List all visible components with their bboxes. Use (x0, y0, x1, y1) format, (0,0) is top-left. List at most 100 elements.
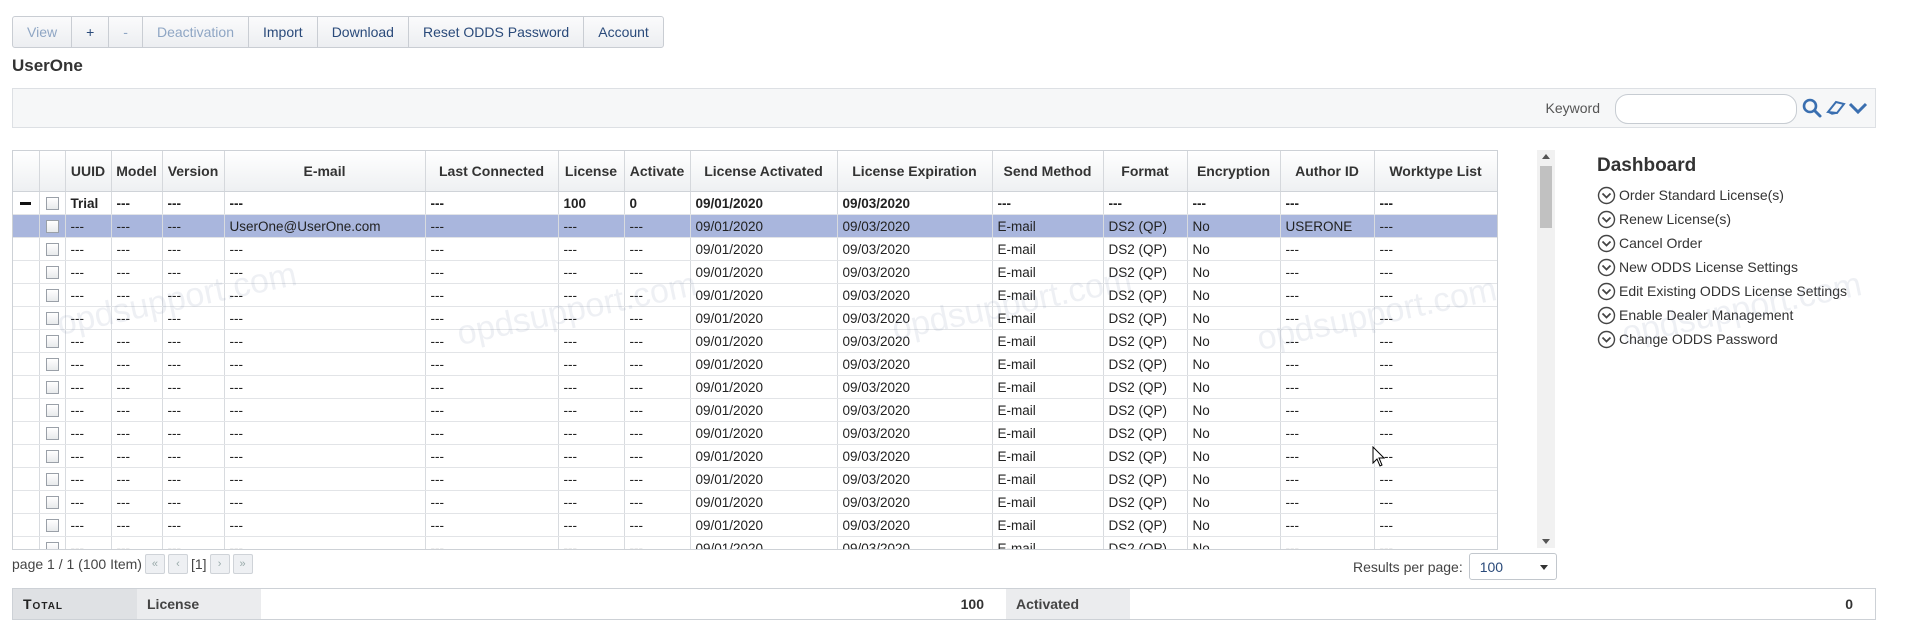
results-per-page-select[interactable]: 100 (1468, 553, 1557, 580)
table-cell: DS2 (QP) (1103, 260, 1188, 284)
prev-page-button[interactable]: ‹ (167, 554, 188, 574)
view-button[interactable]: View (13, 17, 73, 47)
scroll-thumb[interactable] (1540, 166, 1552, 228)
col-header[interactable]: Format (1103, 151, 1188, 192)
table-cell: 09/01/2020 (690, 536, 838, 549)
first-page-button[interactable]: « (144, 554, 165, 574)
dashboard-item[interactable]: New ODDS License Settings (1597, 255, 1897, 279)
col-header[interactable]: License Activated (690, 151, 838, 192)
table-row[interactable]: --- --- --- --- --- --- --- 09/01/2020 09/03/202… (13, 306, 1497, 330)
col-header[interactable]: Worktype List (1374, 151, 1497, 192)
table-row[interactable]: --- --- --- --- --- --- --- 09/01/2020 09/03/202… (13, 490, 1497, 514)
table-cell: E-mail (992, 329, 1104, 353)
table-cell: E-mail (992, 375, 1104, 399)
table-cell: --- (558, 490, 625, 514)
col-header[interactable]: E-mail (224, 151, 426, 192)
row-checkbox[interactable] (45, 289, 59, 303)
col-header[interactable]: Model (111, 151, 163, 192)
col-header[interactable]: Send Method (992, 151, 1104, 192)
group-row[interactable]: Trial --- --- --- --- 100 0 09/01/2020 09/03/202… (13, 191, 1497, 215)
table-cell: --- (1280, 306, 1375, 330)
import-button[interactable]: Import (249, 17, 318, 47)
table-cell: --- (111, 260, 163, 284)
last-page-button[interactable]: » (232, 554, 253, 574)
keyword-input[interactable] (1615, 94, 1797, 124)
row-checkbox[interactable] (45, 519, 59, 533)
scroll-down-icon[interactable] (1542, 539, 1550, 544)
table-row[interactable]: --- --- --- --- --- --- --- 09/01/2020 09/03/202… (13, 421, 1497, 445)
col-header[interactable]: Author ID (1280, 151, 1375, 192)
row-checkbox[interactable] (45, 542, 59, 549)
col-header[interactable]: Activate (624, 151, 691, 192)
table-row[interactable]: --- --- --- UserOne@UserOne.com --- --- --- 09/… (13, 214, 1497, 238)
table-row[interactable]: --- --- --- --- --- --- --- 09/01/2020 09/03/202… (13, 536, 1497, 549)
download-button[interactable]: Download (318, 17, 409, 47)
col-header[interactable]: Version (162, 151, 225, 192)
col-header[interactable]: Encryption (1187, 151, 1281, 192)
row-checkbox[interactable] (45, 450, 59, 464)
table-cell: --- (1374, 421, 1497, 445)
dashboard-item[interactable]: Cancel Order (1597, 231, 1897, 255)
table-row[interactable]: --- --- --- --- --- --- --- 09/01/2020 09/03/202… (13, 513, 1497, 537)
account-button[interactable]: Account (584, 17, 663, 47)
add-button[interactable]: + (72, 17, 110, 47)
expand-cell (13, 421, 40, 445)
reset-odds-password-button[interactable]: Reset ODDS Password (409, 17, 585, 47)
table-row[interactable]: --- --- --- --- --- --- --- 09/01/2020 09/03/202… (13, 398, 1497, 422)
col-header[interactable]: License (558, 151, 625, 192)
row-checkbox[interactable] (45, 312, 59, 326)
table-cell: 09/01/2020 (690, 260, 838, 284)
table-row[interactable]: --- --- --- --- --- --- --- 09/01/2020 09/03/202… (13, 352, 1497, 376)
row-checkbox[interactable] (45, 358, 59, 372)
chevron-down-icon[interactable] (1847, 97, 1869, 119)
dashboard-item[interactable]: Change ODDS Password (1597, 327, 1897, 351)
col-header[interactable]: License Expiration (837, 151, 993, 192)
row-checkbox[interactable] (45, 266, 59, 280)
eraser-icon[interactable] (1825, 97, 1847, 119)
table-cell: DS2 (QP) (1103, 329, 1188, 353)
table-cell: --- (425, 375, 559, 399)
scroll-up-icon[interactable] (1542, 154, 1550, 159)
row-checkbox[interactable] (45, 220, 59, 234)
dashboard-item[interactable]: Edit Existing ODDS License Settings (1597, 279, 1897, 303)
expand-cell (13, 329, 40, 353)
search-icon[interactable] (1801, 97, 1823, 119)
table-cell: --- (162, 306, 225, 330)
table-cell: Trial (65, 191, 112, 215)
row-checkbox[interactable] (45, 473, 59, 487)
table-cell: E-mail (992, 214, 1104, 238)
dashboard-item[interactable]: Enable Dealer Management (1597, 303, 1897, 327)
row-checkbox[interactable] (45, 197, 59, 211)
remove-button[interactable]: - (109, 17, 143, 47)
row-checkbox[interactable] (45, 243, 59, 257)
collapse-icon[interactable] (13, 191, 40, 215)
deactivation-button[interactable]: Deactivation (143, 17, 249, 47)
row-checkbox[interactable] (45, 381, 59, 395)
chevron-circle-icon (1597, 210, 1616, 228)
row-checkbox[interactable] (45, 335, 59, 349)
table-row[interactable]: --- --- --- --- --- --- --- 09/01/2020 09/03/202… (13, 329, 1497, 353)
row-checkbox[interactable] (45, 496, 59, 510)
select-header (39, 151, 66, 192)
table-row[interactable]: --- --- --- --- --- --- --- 09/01/2020 09/03/202… (13, 237, 1497, 261)
table-row[interactable]: --- --- --- --- --- --- --- 09/01/2020 09/03/202… (13, 283, 1497, 307)
dashboard-item[interactable]: Order Standard License(s) (1597, 183, 1897, 207)
grid-scrollbar[interactable] (1537, 150, 1555, 548)
table-cell: --- (425, 444, 559, 468)
table-row[interactable]: --- --- --- --- --- --- --- 09/01/2020 09/03/202… (13, 444, 1497, 468)
current-page[interactable]: [1] (191, 556, 207, 572)
col-header[interactable]: Last Connected (425, 151, 559, 192)
table-row[interactable]: --- --- --- --- --- --- --- 09/01/2020 09/03/202… (13, 467, 1497, 491)
table-row[interactable]: --- --- --- --- --- --- --- 09/01/2020 09/03/202… (13, 260, 1497, 284)
table-cell: --- (162, 536, 225, 549)
col-header[interactable]: UUID (65, 151, 112, 192)
table-cell: UserOne@UserOne.com (224, 214, 426, 238)
table-cell: --- (558, 214, 625, 238)
table-cell: --- (1280, 375, 1375, 399)
table-row[interactable]: --- --- --- --- --- --- --- 09/01/2020 09/03/202… (13, 375, 1497, 399)
table-cell: --- (111, 444, 163, 468)
row-checkbox[interactable] (45, 404, 59, 418)
row-checkbox[interactable] (45, 427, 59, 441)
dashboard-item[interactable]: Renew License(s) (1597, 207, 1897, 231)
next-page-button[interactable]: › (209, 554, 230, 574)
